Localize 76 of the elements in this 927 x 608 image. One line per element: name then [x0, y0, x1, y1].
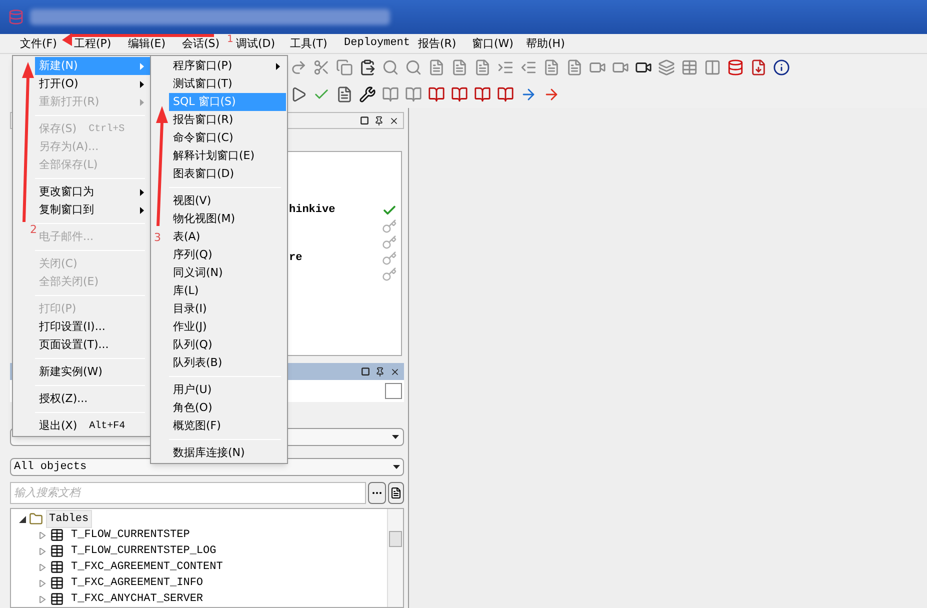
folder-icon — [29, 512, 43, 526]
menu-item[interactable]: 队列表(B) — [169, 354, 286, 372]
menu-item[interactable]: 序列(Q) — [169, 246, 286, 264]
menu-item[interactable]: 库(L) — [169, 282, 286, 300]
menu-bar-item[interactable]: 窗口(W) — [472, 37, 514, 50]
document-button[interactable] — [388, 482, 404, 504]
menu-item[interactable]: 同义词(N) — [169, 264, 286, 282]
maximize-icon[interactable] — [361, 367, 370, 376]
menu-item[interactable]: 打开(O) — [35, 75, 150, 93]
scrollbar[interactable] — [387, 509, 403, 607]
menu-bar-item[interactable]: 会话(S) — [182, 37, 224, 50]
panel-button[interactable] — [385, 383, 402, 399]
dropdown-arrow-icon — [392, 435, 399, 439]
tree-item[interactable]: T_FXC_ANYCHAT_SERVER — [68, 590, 206, 608]
expander-icon[interactable] — [19, 516, 26, 522]
menu-bar-item[interactable]: 工具(T) — [290, 37, 332, 50]
menu-item[interactable]: 图表窗口(D) — [169, 165, 286, 183]
close-icon[interactable] — [389, 116, 399, 126]
maximize-icon[interactable] — [360, 116, 369, 125]
menu-item[interactable]: 物化视图(M) — [169, 210, 286, 228]
window-row[interactable]: hinkive — [289, 202, 401, 218]
annotation-number: 3 — [154, 232, 161, 244]
toolbar-icon[interactable] — [336, 86, 353, 103]
dropdown-arrow-icon — [393, 465, 400, 469]
toolbar-icon[interactable] — [290, 86, 307, 103]
menu-item[interactable]: 更改窗口为 — [35, 183, 150, 201]
menu-item[interactable]: 解释计划窗口(E) — [169, 147, 286, 165]
menu-item[interactable]: 目录(I) — [169, 300, 286, 318]
search-field[interactable]: 输入搜索文档 — [10, 482, 366, 504]
annotation-number: 1 — [227, 34, 234, 46]
window-row[interactable]: re — [289, 250, 401, 266]
menu-item[interactable]: 作业(J) — [169, 318, 286, 336]
table-icon — [50, 560, 64, 574]
menu-item[interactable]: 复制窗口到 — [35, 201, 150, 219]
menu-bar-item[interactable]: 帮助(H) — [526, 37, 568, 50]
toolbar-icon[interactable] — [773, 59, 790, 76]
app-icon — [8, 9, 24, 25]
menu-item[interactable]: 视图(V) — [169, 192, 286, 210]
window-name: re — [289, 252, 302, 264]
menu-bar-item[interactable]: 工程(P) — [74, 37, 116, 50]
tree-item[interactable]: Tables — [46, 510, 92, 528]
menu-bar-item[interactable]: 报告(R) — [418, 37, 460, 50]
menu-bar-item[interactable]: 调试(D) — [236, 37, 278, 50]
menu-item[interactable]: 概览图(F) — [169, 417, 286, 435]
pin-icon[interactable] — [374, 116, 384, 126]
window-name: hinkive — [289, 204, 336, 216]
menu-bar-item[interactable]: 文件(F) — [20, 37, 62, 50]
menu-item[interactable]: 授权(Z)... — [35, 390, 150, 408]
menu-bar-item[interactable]: 编辑(E) — [128, 37, 170, 50]
tree-item[interactable]: T_FLOW_CURRENTSTEP — [68, 526, 193, 544]
tree-item[interactable]: T_FXC_AGREEMENT_CONTENT — [68, 558, 226, 576]
close-icon[interactable] — [390, 366, 400, 376]
menu-item[interactable]: 报告窗口(R) — [169, 111, 286, 129]
document-icon — [390, 487, 402, 499]
tree-item[interactable]: T_FLOW_CURRENTSTEP_LOG — [68, 542, 220, 560]
menu-item[interactable]: 程序窗口(P) — [169, 57, 286, 75]
table-icon — [50, 528, 64, 542]
toolbar-icon[interactable] — [359, 59, 376, 76]
table-icon — [50, 592, 64, 606]
more-button[interactable] — [368, 482, 386, 504]
menu-item[interactable]: 用户(U) — [169, 381, 286, 399]
table-icon — [50, 544, 64, 558]
menu-item[interactable]: 角色(O) — [169, 399, 286, 417]
menu-item[interactable]: 退出(X) Alt+F4 — [35, 417, 150, 435]
pin-icon[interactable] — [375, 366, 385, 376]
toolbar-icon[interactable] — [359, 86, 376, 103]
menu-item[interactable]: 命令窗口(C) — [169, 129, 286, 147]
tree-item[interactable]: T_FXC_AGREEMENT_INFO — [68, 574, 206, 592]
annotation-number: 2 — [30, 224, 37, 236]
menu-item[interactable]: 队列(Q) — [169, 336, 286, 354]
menu-item[interactable]: 页面设置(T)... — [35, 336, 150, 354]
menu-item[interactable]: 打印设置(I)... — [35, 318, 150, 336]
menu-item[interactable]: 新建实例(W) — [35, 363, 150, 381]
menu-item[interactable]: 测试窗口(T) — [169, 75, 286, 93]
table-icon — [50, 576, 64, 590]
menu-item[interactable]: 表(A) — [169, 228, 286, 246]
